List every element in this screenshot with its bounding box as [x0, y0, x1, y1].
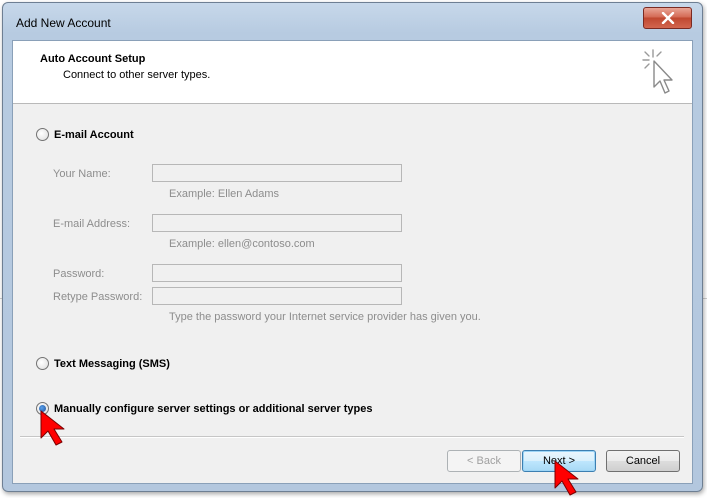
- manual-config-option[interactable]: Manually configure server settings or ad…: [36, 402, 373, 415]
- retype-password-field[interactable]: [152, 287, 402, 305]
- email-address-hint: Example: ellen@contoso.com: [169, 238, 315, 250]
- sms-radio[interactable]: [36, 357, 49, 370]
- retype-password-label: Retype Password:: [53, 291, 143, 303]
- wizard-header: Auto Account Setup Connect to other serv…: [13, 41, 692, 104]
- close-icon: [661, 12, 674, 24]
- annotation-arrow-icon: [554, 460, 579, 496]
- title-bar: Add New Account: [3, 3, 702, 41]
- dialog-client-area: Auto Account Setup Connect to other serv…: [12, 40, 693, 484]
- annotation-arrow-icon: [40, 410, 65, 446]
- back-button[interactable]: < Back: [447, 450, 521, 472]
- add-account-dialog: Add New Account Auto Account Setup Conne…: [2, 2, 703, 492]
- sms-label: Text Messaging (SMS): [54, 357, 170, 370]
- password-field[interactable]: [152, 264, 402, 282]
- email-address-label: E-mail Address:: [53, 218, 131, 230]
- your-name-hint: Example: Ellen Adams: [169, 188, 280, 200]
- header-title: Auto Account Setup: [40, 53, 146, 65]
- your-name-label: Your Name:: [53, 168, 111, 180]
- password-hint: Type the password your Internet service …: [169, 311, 481, 323]
- email-account-radio[interactable]: [36, 128, 49, 141]
- sms-option[interactable]: Text Messaging (SMS): [36, 357, 170, 370]
- email-account-option[interactable]: E-mail Account: [36, 128, 134, 141]
- email-address-field[interactable]: [152, 214, 402, 232]
- pointer-sparkle-icon: [642, 49, 673, 94]
- manual-config-label: Manually configure server settings or ad…: [54, 402, 373, 415]
- button-separator: [20, 436, 684, 438]
- close-button[interactable]: [643, 7, 692, 29]
- password-label: Password:: [53, 268, 105, 280]
- header-subtitle: Connect to other server types.: [63, 69, 211, 81]
- email-account-label: E-mail Account: [54, 128, 134, 141]
- cancel-button[interactable]: Cancel: [606, 450, 680, 472]
- window-title: Add New Account: [16, 16, 111, 30]
- your-name-field[interactable]: [152, 164, 402, 182]
